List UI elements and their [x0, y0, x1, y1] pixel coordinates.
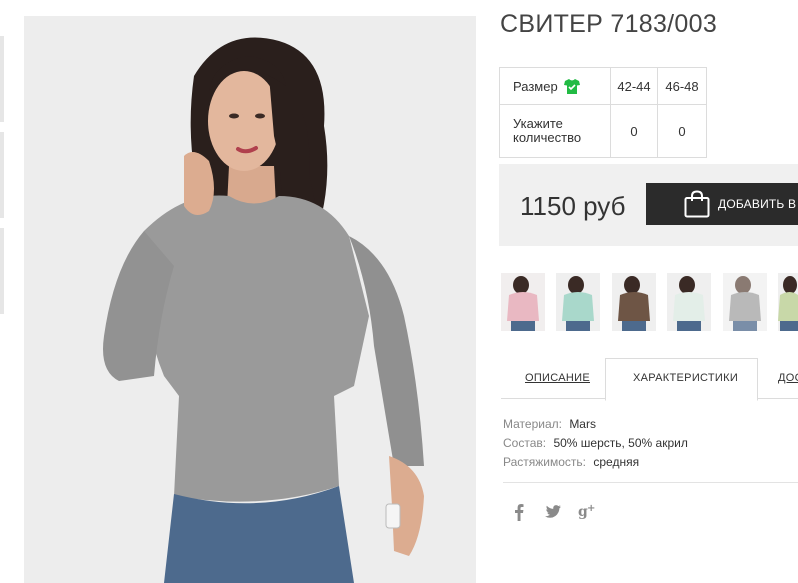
green-sweater-thumbnail[interactable]	[778, 273, 798, 331]
spec-row-composition: Состав: 50% шерсть, 50% акрил	[503, 434, 688, 453]
characteristics-list: Материал: Mars Состав: 50% шерсть, 50% а…	[503, 415, 688, 472]
gallery-thumbnail[interactable]	[0, 132, 4, 218]
product-title: СВИТЕР 7183/003	[500, 10, 718, 38]
google-plus-icon[interactable]: g +	[578, 503, 596, 519]
model-photo-illustration	[24, 16, 476, 583]
grey-sweater-thumbnail[interactable]	[723, 273, 767, 331]
size-quantity-table: Размер 42-44 46-48 Укажите количество 0 …	[499, 67, 707, 158]
svg-text:+: +	[587, 503, 595, 514]
quantity-label: Укажите количество	[513, 116, 582, 145]
spec-row-stretch: Растяжимость: средняя	[503, 453, 688, 472]
spec-row-material: Материал: Mars	[503, 415, 688, 434]
size-option: 46-48	[657, 67, 707, 105]
add-to-cart-button[interactable]: ДОБАВИТЬ В З	[646, 183, 798, 225]
tab-characteristics[interactable]: ХАРАКТЕРИСТИКИ	[633, 372, 738, 384]
quantity-input[interactable]: 0	[610, 104, 658, 158]
size-option: 42-44	[610, 67, 658, 105]
quantity-label-cell: Укажите количество	[499, 104, 611, 158]
product-main-photo[interactable]	[24, 16, 476, 583]
spec-value: Mars	[569, 417, 596, 431]
spec-value: 50% шерсть, 50% акрил	[553, 436, 688, 450]
add-to-cart-label: ДОБАВИТЬ В З	[718, 197, 798, 211]
size-label: Размер	[513, 78, 558, 94]
spec-key: Состав:	[503, 436, 547, 450]
mint-sweater-thumbnail[interactable]	[556, 273, 600, 331]
twitter-icon[interactable]	[545, 505, 561, 518]
product-price: 1150 руб	[520, 191, 626, 221]
facebook-icon[interactable]	[514, 503, 524, 521]
gallery-thumbnail[interactable]	[0, 36, 4, 122]
brown-sweater-thumbnail[interactable]	[612, 273, 656, 331]
price-panel: 1150 руб ДОБАВИТЬ В З	[499, 164, 798, 246]
spec-key: Растяжимость:	[503, 455, 587, 469]
shopping-bag-icon	[684, 190, 710, 218]
spec-key: Материал:	[503, 417, 562, 431]
white-sweater-thumbnail[interactable]	[667, 273, 711, 331]
quantity-input[interactable]: 0	[657, 104, 707, 158]
gallery-thumbnail[interactable]	[0, 228, 4, 314]
size-label-cell: Размер	[499, 67, 611, 105]
spec-value: средняя	[593, 455, 640, 469]
pink-sweater-thumbnail[interactable]	[501, 273, 545, 331]
social-divider	[503, 482, 798, 483]
size-chart-icon[interactable]	[563, 78, 580, 94]
tab-description[interactable]: ОПИСАНИЕ	[525, 372, 590, 384]
tab-delivery[interactable]: ДОС	[778, 372, 798, 384]
